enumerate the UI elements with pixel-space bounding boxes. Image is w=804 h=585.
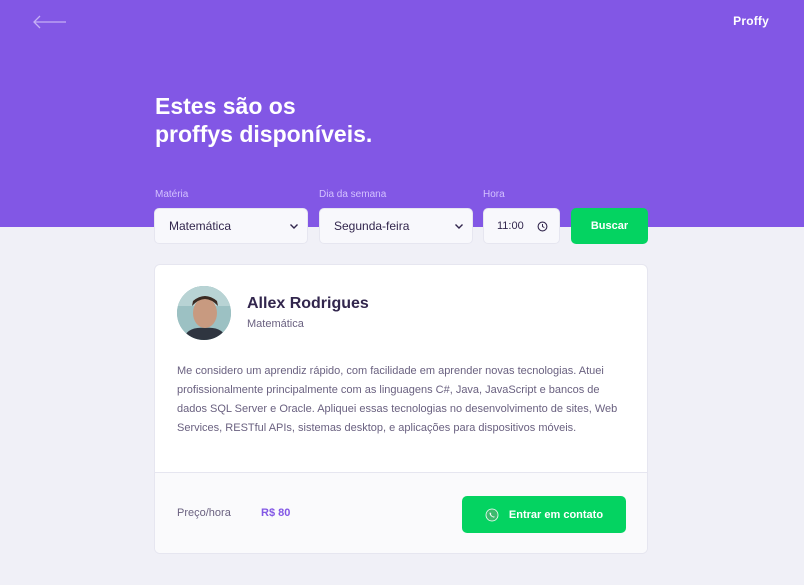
- avatar: [177, 286, 231, 340]
- subject-select[interactable]: Matemática: [154, 208, 308, 244]
- teacher-card: Allex Rodrigues Matemática Me considero …: [154, 264, 648, 554]
- search-button[interactable]: Buscar: [571, 208, 648, 244]
- subject-select-value: Matemática: [169, 219, 232, 233]
- chevron-down-icon: [290, 224, 298, 229]
- page-title-line-1: Estes são os: [155, 93, 296, 119]
- contact-button-label: Entrar em contato: [508, 508, 604, 521]
- chevron-down-icon: [455, 224, 463, 229]
- time-input[interactable]: 11:00: [483, 208, 560, 244]
- page-title-line-2: proffys disponíveis.: [155, 121, 373, 147]
- teacher-name: Allex Rodrigues: [247, 295, 369, 312]
- time-input-value: 11:00: [497, 220, 524, 232]
- time-label: Hora: [483, 189, 505, 200]
- weekday-select-value: Segunda-feira: [334, 219, 410, 233]
- avatar-image: [177, 286, 231, 340]
- whatsapp-icon: [485, 508, 499, 521]
- page-title: Estes são os proffys disponíveis.: [155, 92, 372, 148]
- weekday-label: Dia da semana: [319, 189, 387, 200]
- contact-button[interactable]: Entrar em contato: [462, 496, 626, 533]
- weekday-select[interactable]: Segunda-feira: [319, 208, 473, 244]
- teacher-bio: Me considero um aprendiz rápido, com fac…: [177, 365, 618, 434]
- card-footer: Preço/hora R$ 80 Entrar em contato: [155, 472, 647, 553]
- subject-label: Matéria: [155, 189, 189, 200]
- page-header: Proffy Estes são os proffys disponíveis.: [0, 0, 804, 227]
- price-value: R$ 80: [261, 507, 291, 519]
- teacher-subject: Matemática: [247, 318, 304, 330]
- price-label: Preço/hora: [177, 507, 231, 519]
- arrow-left-icon[interactable]: [32, 13, 68, 31]
- logo: Proffy: [733, 14, 769, 28]
- clock-icon[interactable]: [537, 221, 548, 232]
